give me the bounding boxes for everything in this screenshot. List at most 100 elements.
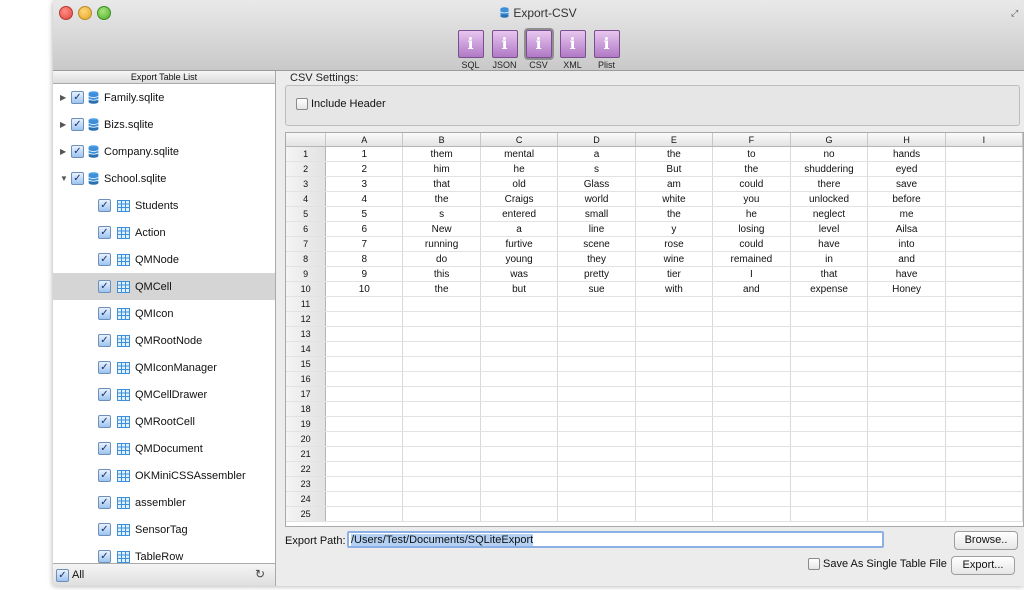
table-cell[interactable]: do	[402, 251, 481, 267]
table-cell[interactable]	[867, 491, 946, 507]
table-cell[interactable]	[557, 506, 636, 522]
table-checkbox[interactable]: ✓	[98, 388, 111, 401]
database-checkbox[interactable]: ✓	[71, 145, 84, 158]
table-cell[interactable]: wine	[635, 251, 714, 267]
table-cell[interactable]	[635, 476, 714, 492]
table-cell[interactable]	[867, 341, 946, 357]
table-cell[interactable]	[635, 461, 714, 477]
table-cell[interactable]	[945, 221, 1023, 237]
table-cell[interactable]: white	[635, 191, 714, 207]
table-cell[interactable]	[557, 371, 636, 387]
column-header[interactable]: C	[480, 133, 559, 147]
row-number[interactable]: 22	[286, 461, 327, 477]
table-checkbox[interactable]: ✓	[98, 469, 111, 482]
table-cell[interactable]	[480, 401, 559, 417]
column-header[interactable]: F	[712, 133, 791, 147]
table-cell[interactable]	[557, 491, 636, 507]
table-cell[interactable]	[325, 326, 404, 342]
table-cell[interactable]	[945, 146, 1023, 162]
table-cell[interactable]	[480, 371, 559, 387]
table-cell[interactable]: them	[402, 146, 481, 162]
table-cell[interactable]	[790, 356, 869, 372]
table-cell[interactable]	[790, 431, 869, 447]
table-cell[interactable]	[712, 296, 791, 312]
table-cell[interactable]: 1	[325, 146, 404, 162]
row-number[interactable]: 15	[286, 356, 327, 372]
table-cell[interactable]: level	[790, 221, 869, 237]
table-cell[interactable]	[635, 446, 714, 462]
table-cell[interactable]: shuddering	[790, 161, 869, 177]
column-header[interactable]: I	[945, 133, 1023, 147]
all-checkbox[interactable]: ✓	[56, 568, 69, 582]
table-checkbox[interactable]: ✓	[98, 361, 111, 374]
table-cell[interactable]	[480, 326, 559, 342]
table-cell[interactable]	[635, 401, 714, 417]
table-cell[interactable]: there	[790, 176, 869, 192]
table-cell[interactable]	[402, 371, 481, 387]
row-number[interactable]: 9	[286, 266, 327, 282]
table-cell[interactable]: s	[402, 206, 481, 222]
table-cell[interactable]: I	[712, 266, 791, 282]
table-cell[interactable]: 8	[325, 251, 404, 267]
table-checkbox[interactable]: ✓	[98, 280, 111, 293]
column-header[interactable]: G	[790, 133, 869, 147]
row-number[interactable]: 16	[286, 371, 327, 387]
table-cell[interactable]: you	[712, 191, 791, 207]
table-cell[interactable]	[325, 356, 404, 372]
table-cell[interactable]: to	[712, 146, 791, 162]
table-cell[interactable]	[480, 476, 559, 492]
table-cell[interactable]: line	[557, 221, 636, 237]
table-cell[interactable]: he	[712, 206, 791, 222]
table-cell[interactable]	[635, 296, 714, 312]
row-number[interactable]: 18	[286, 401, 327, 417]
database-checkbox[interactable]: ✓	[71, 118, 84, 131]
table-cell[interactable]	[867, 401, 946, 417]
tree-table-item[interactable]: ✓ Action	[53, 219, 275, 246]
table-cell[interactable]: they	[557, 251, 636, 267]
table-cell[interactable]: him	[402, 161, 481, 177]
table-cell[interactable]: small	[557, 206, 636, 222]
table-cell[interactable]	[712, 326, 791, 342]
table-cell[interactable]	[945, 161, 1023, 177]
table-cell[interactable]	[712, 416, 791, 432]
table-cell[interactable]	[867, 386, 946, 402]
table-cell[interactable]: 2	[325, 161, 404, 177]
table-cell[interactable]	[480, 506, 559, 522]
table-cell[interactable]	[402, 446, 481, 462]
table-cell[interactable]: the	[712, 161, 791, 177]
table-cell[interactable]	[712, 401, 791, 417]
table-cell[interactable]	[325, 401, 404, 417]
table-cell[interactable]	[635, 371, 714, 387]
table-cell[interactable]	[325, 416, 404, 432]
table-cell[interactable]: that	[402, 176, 481, 192]
tree-table-item[interactable]: ✓ Students	[53, 192, 275, 219]
table-cell[interactable]	[325, 506, 404, 522]
table-cell[interactable]: before	[867, 191, 946, 207]
table-cell[interactable]: 9	[325, 266, 404, 282]
table-cell[interactable]	[712, 476, 791, 492]
table-cell[interactable]: the	[402, 281, 481, 297]
table-cell[interactable]	[325, 461, 404, 477]
format-button-json[interactable]: i JSON	[491, 30, 519, 70]
table-cell[interactable]	[867, 296, 946, 312]
table-cell[interactable]	[867, 506, 946, 522]
column-header[interactable]: H	[867, 133, 946, 147]
tree-table-item[interactable]: ✓ SensorTag	[53, 516, 275, 543]
table-cell[interactable]	[402, 311, 481, 327]
table-cell[interactable]: old	[480, 176, 559, 192]
table-cell[interactable]: a	[480, 221, 559, 237]
save-single-checkbox[interactable]	[808, 558, 820, 570]
table-cell[interactable]	[557, 401, 636, 417]
table-cell[interactable]: could	[712, 236, 791, 252]
table-cell[interactable]: have	[867, 266, 946, 282]
table-cell[interactable]	[712, 446, 791, 462]
tree-table-item[interactable]: ✓ QMDocument	[53, 435, 275, 462]
table-cell[interactable]	[712, 356, 791, 372]
table-cell[interactable]: unlocked	[790, 191, 869, 207]
table-cell[interactable]: s	[557, 161, 636, 177]
table-cell[interactable]	[867, 416, 946, 432]
table-cell[interactable]: But	[635, 161, 714, 177]
table-cell[interactable]	[480, 341, 559, 357]
table-cell[interactable]	[480, 356, 559, 372]
table-cell[interactable]: he	[480, 161, 559, 177]
